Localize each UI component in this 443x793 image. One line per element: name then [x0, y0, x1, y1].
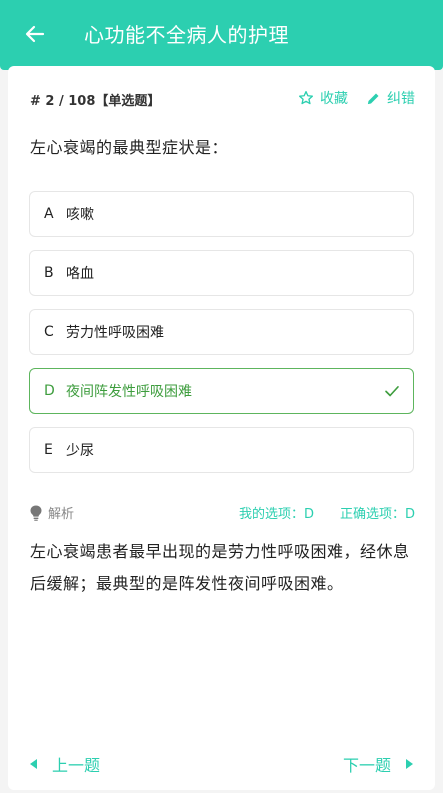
analysis-label: 解析	[30, 503, 74, 522]
option-letter: D	[44, 383, 55, 399]
option-a[interactable]: A 咳嗽	[29, 191, 414, 237]
star-icon	[299, 91, 313, 105]
option-c[interactable]: C 劳力性呼吸困难	[29, 309, 414, 355]
correction-label: 纠错	[387, 91, 415, 107]
option-letter: B	[44, 265, 54, 281]
app-header: 心功能不全病人的护理	[0, 0, 443, 70]
option-e[interactable]: E 少尿	[29, 427, 414, 473]
option-text: 咳嗽	[66, 207, 94, 223]
option-letter: E	[44, 442, 53, 458]
option-letter: C	[44, 324, 54, 340]
next-question-button[interactable]: 下一题	[343, 752, 413, 776]
analysis-title: 解析	[48, 507, 75, 522]
option-text: 夜间阵发性呼吸困难	[66, 384, 192, 400]
analysis-text: 左心衰竭患者最早出现的是劳力性呼吸困难，经休息后缓解；最典型的是阵发性夜间呼吸困…	[30, 542, 410, 593]
option-b[interactable]: B 咯血	[29, 250, 414, 296]
correction-button[interactable]: 纠错	[366, 88, 415, 108]
question-actions: 收藏 纠错	[298, 88, 415, 108]
caret-left-icon	[30, 759, 37, 769]
previous-question-button[interactable]: 上一题	[30, 752, 100, 776]
lightbulb-icon	[30, 505, 42, 521]
favorite-label: 收藏	[320, 91, 348, 107]
next-label: 下一题	[342, 756, 391, 775]
checkmark-icon	[385, 386, 399, 397]
question-text: 左心衰竭的最典型症状是：	[30, 138, 229, 157]
favorite-button[interactable]: 收藏	[298, 88, 348, 108]
my-choice: 我的选项：D	[238, 507, 314, 522]
option-letter: A	[44, 206, 54, 222]
page-title: 心功能不全病人的护理	[84, 23, 289, 47]
question-card: # 2 / 108【单选题】 收藏 纠错 左心衰竭的最典型症状是： A 咳嗽 B	[8, 66, 435, 790]
option-d[interactable]: D 夜间阵发性呼吸困难	[29, 368, 414, 414]
previous-label: 上一题	[52, 756, 101, 775]
pencil-icon	[367, 93, 379, 104]
option-text: 少尿	[66, 443, 94, 459]
question-number: # 2 / 108【单选题】	[30, 94, 161, 109]
options-list: A 咳嗽 B 咯血 C 劳力性呼吸困难 D 夜间阵发性呼吸困难 E 少尿	[29, 191, 414, 486]
back-arrow-icon	[25, 25, 45, 43]
correct-choice: 正确选项：D	[339, 507, 415, 522]
caret-right-icon	[406, 759, 413, 769]
option-text: 咯血	[66, 266, 94, 282]
analysis-header: 解析 我的选项：D 正确选项：D	[30, 503, 415, 523]
option-text: 劳力性呼吸困难	[66, 325, 164, 341]
question-meta: # 2 / 108【单选题】 收藏 纠错	[30, 90, 415, 110]
answer-summary: 我的选项：D 正确选项：D	[239, 503, 415, 522]
back-button[interactable]	[22, 21, 48, 47]
